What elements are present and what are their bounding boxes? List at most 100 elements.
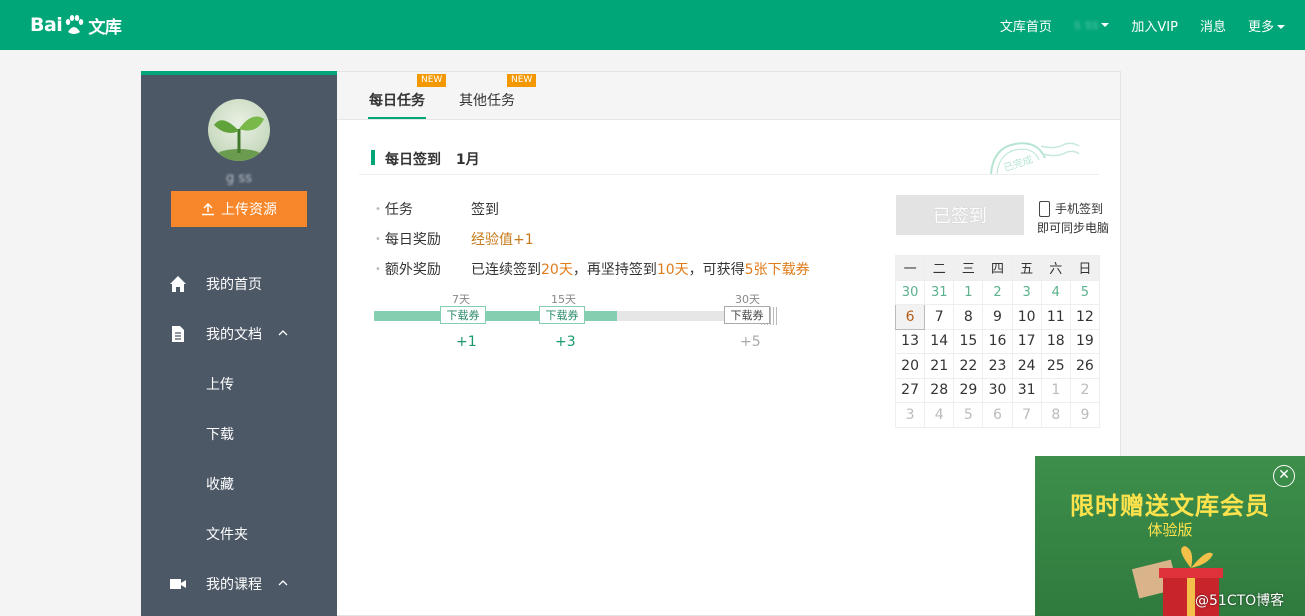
daily-reward-key: 每日奖励 — [375, 229, 441, 249]
calendar-day-other-month: 2 — [1069, 377, 1101, 403]
tab-other-tasks[interactable]: 其他任务 — [459, 90, 515, 110]
nav-messages[interactable]: 消息 — [1200, 16, 1226, 35]
calendar-week-row: 30 31 1 2 3 4 5 — [894, 279, 1101, 305]
logo-text: Bai — [30, 14, 63, 36]
baidu-wenku-logo[interactable]: Bai 文库 — [30, 10, 122, 40]
calendar-weekday-row: 一 二 三 四 五 六 日 — [894, 255, 1101, 281]
close-icon[interactable]: ✕ — [1273, 465, 1295, 487]
task-row-value: 签到 — [471, 202, 499, 218]
weekday-label: 二 — [924, 255, 955, 281]
logo-wenku-text: 文库 — [88, 17, 122, 38]
coupon-milestone: 下载券 — [539, 306, 585, 324]
sidebar-item-download[interactable]: 下载 — [141, 409, 337, 459]
milestone-day-label: 7天 — [452, 293, 470, 306]
calendar-day: 14 — [924, 328, 955, 354]
calendar-day-signed: 5 — [1069, 279, 1101, 305]
sidebar-item-upload[interactable]: 上传 — [141, 359, 337, 409]
milestone-day-label: 15天 — [551, 293, 576, 306]
calendar-day: 12 — [1069, 304, 1101, 330]
video-icon — [170, 579, 186, 589]
sidebar-item-favorites[interactable]: 收藏 — [141, 459, 337, 509]
calendar-day: 21 — [924, 353, 955, 379]
new-badge: NEW — [507, 74, 537, 87]
remaining-days: 10天 — [656, 262, 689, 278]
section-month: 1月 — [455, 152, 480, 168]
sidebar-item-label: 上传 — [206, 377, 234, 393]
calendar-day: 28 — [924, 377, 955, 403]
calendar-week-row: 27 28 29 30 31 1 2 — [894, 377, 1101, 403]
nav-join-vip[interactable]: 加入VIP — [1131, 16, 1178, 35]
signin-calendar: 一 二 三 四 五 六 日 30 31 1 2 3 4 5 6 7 8 9 10… — [894, 255, 1101, 428]
avatar[interactable] — [208, 99, 270, 161]
coupon-milestone: 下载券 — [724, 306, 770, 324]
calendar-day-other-month: 1 — [1040, 377, 1071, 403]
streak-days: 20天 — [541, 262, 573, 278]
sidebar-item-folders[interactable]: 文件夹 — [141, 509, 337, 559]
calendar-day-signed: 1 — [953, 279, 984, 305]
username: g ss — [226, 171, 252, 186]
mobile-signin-line2: 即可同步电脑 — [1037, 221, 1110, 235]
upload-resource-button[interactable]: 上传资源 — [171, 191, 307, 227]
coupon-reward: 5张下载券 — [744, 262, 810, 278]
nav-more-menu[interactable]: 更多 — [1248, 16, 1285, 35]
milestone-reward: +1 — [456, 334, 477, 350]
calendar-day-signed: 4 — [1040, 279, 1071, 305]
weekday-label: 一 — [894, 255, 926, 281]
calendar-day: 30 — [982, 377, 1013, 403]
sidebar-item-my-courses[interactable]: 我的课程 — [141, 559, 337, 609]
milestone-reward: +5 — [740, 334, 761, 350]
calendar-day: 20 — [894, 353, 926, 379]
weekday-label: 四 — [982, 255, 1013, 281]
calendar-day: 15 — [953, 328, 984, 354]
calendar-day: 16 — [982, 328, 1013, 354]
calendar-day-other-month: 8 — [1040, 402, 1071, 428]
extra-reward-text: 已连续签到 — [471, 262, 541, 278]
sidebar-item-label: 我的文档 — [206, 327, 262, 343]
section-title-text: 每日签到 — [385, 152, 441, 168]
nav-username: s ss — [1073, 17, 1099, 33]
task-row-key: 任务 — [375, 199, 413, 219]
calendar-day: 31 — [1011, 377, 1042, 403]
nav-wenku-home[interactable]: 文库首页 — [1000, 16, 1052, 35]
tab-daily-tasks[interactable]: 每日任务 — [369, 90, 425, 110]
extra-reward-key: 额外奖励 — [375, 259, 441, 279]
task-tabs: 每日任务 NEW 其他任务 NEW — [337, 72, 1120, 120]
calendar-week-row: 13 14 15 16 17 18 19 — [894, 328, 1101, 354]
calendar-day: 9 — [982, 304, 1013, 330]
active-tab-indicator — [368, 117, 426, 119]
caret-down-icon — [1277, 25, 1285, 29]
calendar-day: 29 — [953, 377, 984, 403]
daily-reward-value: 经验值+1 — [471, 232, 534, 248]
calendar-day: 13 — [894, 328, 926, 354]
milestone-reward: +3 — [555, 334, 576, 350]
extra-reward-value: 已连续签到20天，再坚持签到10天，可获得5张下载券 — [471, 259, 810, 279]
nav-more-label: 更多 — [1247, 19, 1274, 35]
watermark: @51CTO博客 — [1195, 593, 1285, 609]
sidebar-item-label: 下载 — [206, 427, 234, 443]
top-header: Bai 文库 文库首页 s ss 加入VIP 消息 更多 — [0, 0, 1305, 50]
milestone-day-label: 30天 — [735, 293, 760, 306]
signed-in-button[interactable]: 已签到 — [896, 195, 1024, 235]
calendar-day-other-month: 9 — [1069, 402, 1101, 428]
mobile-signin-hint: 手机签到 即可同步电脑 — [1037, 200, 1109, 238]
new-badge: NEW — [417, 74, 447, 87]
calendar-day-today: 6 — [894, 304, 926, 330]
document-icon — [172, 326, 184, 342]
weekday-label: 五 — [1011, 255, 1042, 281]
sidebar-item-my-documents[interactable]: 我的文档 — [141, 309, 337, 359]
nav-user-menu[interactable]: s ss — [1073, 17, 1110, 33]
calendar-day: 22 — [953, 353, 984, 379]
calendar-day: 25 — [1040, 353, 1071, 379]
calendar-week-row: 20 21 22 23 24 25 26 — [894, 353, 1101, 379]
chevron-up-icon — [278, 330, 288, 336]
upload-resource-label: 上传资源 — [221, 202, 277, 218]
calendar-day-other-month: 7 — [1011, 402, 1042, 428]
calendar-day: 24 — [1011, 353, 1042, 379]
calendar-day: 17 — [1011, 328, 1042, 354]
main-panel: 每日任务 NEW 其他任务 NEW 每日签到 1月 已完成 任务 签到 每日奖励… — [337, 71, 1121, 616]
calendar-day: 27 — [894, 377, 926, 403]
calendar-day-signed: 31 — [924, 279, 955, 305]
calendar-day: 8 — [953, 304, 984, 330]
home-icon — [170, 276, 186, 292]
sidebar-item-my-home[interactable]: 我的首页 — [141, 259, 337, 309]
